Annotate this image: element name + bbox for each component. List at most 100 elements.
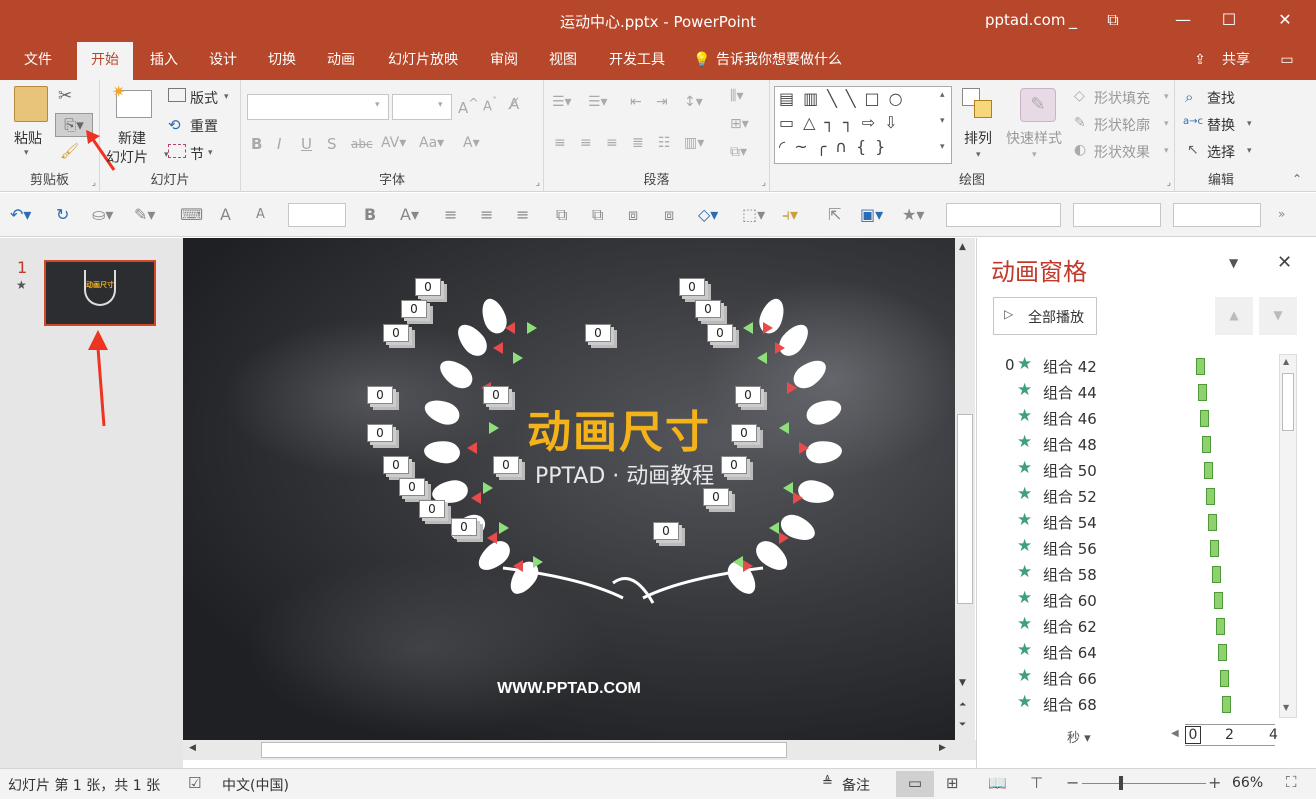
selection-qat-icon[interactable]: ⬚▾ xyxy=(742,205,765,224)
tab-home[interactable]: 开始 xyxy=(77,42,133,80)
bold-qat-icon[interactable]: B xyxy=(364,205,376,224)
animation-list-item[interactable]: ★ 组合 42 xyxy=(977,352,1277,378)
previous-slide-icon[interactable]: ⏶ xyxy=(959,700,966,710)
new-slide-label-line2[interactable]: 幻灯片 xyxy=(106,147,148,167)
maximize-button[interactable]: ☐ xyxy=(1206,0,1252,40)
select-button[interactable]: 选择 xyxy=(1207,142,1235,162)
paste-dropdown-icon[interactable]: ▾ xyxy=(24,148,29,158)
quick-styles-button[interactable]: 快速样式 xyxy=(1006,128,1062,148)
font-family-dropdown-icon[interactable]: ▾ xyxy=(375,100,380,110)
line-spacing-icon[interactable]: ↕▾ xyxy=(684,94,703,110)
shapes-row-2-icons[interactable]: ▭△┐┐⇨⇩ xyxy=(779,113,907,132)
shape-fill-button[interactable]: 形状填充 xyxy=(1094,88,1150,108)
justify-icon[interactable]: ≣ xyxy=(632,135,644,151)
align-text-icon[interactable]: ⊞▾ xyxy=(730,116,749,132)
selection-pane-icon[interactable]: ⇱ xyxy=(828,205,841,224)
bullets-icon[interactable]: ☰▾ xyxy=(552,94,572,110)
animation-list-item[interactable]: ★ 组合 62 xyxy=(977,612,1277,638)
align-right-icon[interactable]: ≡ xyxy=(606,135,618,151)
grow-font-qat-icon[interactable]: A xyxy=(220,205,231,224)
pane-close-icon[interactable]: ✕ xyxy=(1277,252,1292,273)
text-direction-icon[interactable]: ⫼▾ xyxy=(730,88,743,104)
zoom-level[interactable]: 66% xyxy=(1232,775,1263,791)
tab-animations[interactable]: 动画 xyxy=(317,40,365,80)
drawing-launcher-icon[interactable]: ⌟ xyxy=(1167,178,1171,188)
bold-icon[interactable]: B xyxy=(251,135,262,153)
animation-tag[interactable]: 0 xyxy=(731,424,757,442)
group-icon[interactable]: ⧉ xyxy=(556,205,567,225)
columns-icon[interactable]: ▥▾ xyxy=(684,135,704,151)
timeline-bar[interactable] xyxy=(1198,384,1207,401)
horizontal-scroll-thumb[interactable] xyxy=(261,742,787,758)
shapes-row-1-icons[interactable]: ▤▥╲╲□○ xyxy=(779,89,912,108)
animation-list-item[interactable]: ★ 组合 46 xyxy=(977,404,1277,430)
fit-to-window-icon[interactable]: ⛶ xyxy=(1286,773,1297,791)
move-down-button[interactable]: ▼ xyxy=(1259,297,1297,335)
tab-view[interactable]: 视图 xyxy=(539,40,587,80)
clear-formatting-icon[interactable]: A̸ xyxy=(509,95,519,113)
next-slide-icon[interactable]: ⏷ xyxy=(959,720,966,730)
scroll-up-icon[interactable]: ▲ xyxy=(959,242,966,252)
normal-view-icon[interactable]: ▭ xyxy=(896,771,934,797)
qat-overflow-icon[interactable]: » xyxy=(1278,207,1285,221)
list-scroll-down-icon[interactable]: ▼ xyxy=(1283,703,1289,712)
shape-effects-dropdown-icon[interactable]: ▾ xyxy=(1164,146,1169,156)
animation-list-item[interactable]: ★ 组合 64 xyxy=(977,638,1277,664)
animation-tag[interactable]: 0 xyxy=(695,300,721,318)
timeline-bar[interactable] xyxy=(1200,410,1209,427)
animation-list-item[interactable]: ★ 组合 50 xyxy=(977,456,1277,482)
decrease-indent-icon[interactable]: ⇤ xyxy=(630,94,642,110)
arrange-button[interactable]: 排列 xyxy=(964,128,992,148)
shape-outline-button[interactable]: 形状轮廓 xyxy=(1094,115,1150,135)
find-button[interactable]: 查找 xyxy=(1207,88,1235,108)
quick-styles-icon[interactable]: ✎ xyxy=(1020,88,1056,122)
qat-spinner-2[interactable] xyxy=(1173,203,1261,227)
section-dropdown-icon[interactable]: ▾ xyxy=(208,148,213,158)
pane-options-icon[interactable]: ▼ xyxy=(1229,256,1238,270)
shapes-gallery[interactable]: ▤▥╲╲□○ ▭△┐┐⇨⇩ ◜~╭∩{} xyxy=(774,86,952,164)
animation-tag[interactable]: 0 xyxy=(679,278,705,296)
scroll-down-icon[interactable]: ▼ xyxy=(959,678,966,688)
increase-indent-icon[interactable]: ⇥ xyxy=(656,94,668,110)
qat-font-size-combobox[interactable] xyxy=(288,203,346,227)
zoom-in-icon[interactable]: + xyxy=(1208,773,1221,792)
slide-title[interactable]: 动画尺寸 xyxy=(527,396,711,460)
font-size-dropdown-icon[interactable]: ▾ xyxy=(438,100,443,110)
animation-list-item[interactable]: ★ 组合 56 xyxy=(977,534,1277,560)
minimize-button[interactable]: — xyxy=(1160,0,1206,40)
animation-tag[interactable]: 0 xyxy=(493,456,519,474)
animation-list-item[interactable]: ★ 组合 44 xyxy=(977,378,1277,404)
bring-forward-icon[interactable]: ⧈ xyxy=(628,205,638,225)
animation-list-item[interactable]: ★ 组合 48 xyxy=(977,430,1277,456)
list-scroll-thumb[interactable] xyxy=(1282,373,1294,431)
align-center-qat-icon[interactable]: ≡ xyxy=(480,205,493,224)
paint-bucket-icon[interactable]: ⛀▾ xyxy=(92,205,113,224)
timeline-ruler[interactable]: 0 2 4 xyxy=(1185,724,1278,746)
cut-icon[interactable]: ✂ xyxy=(58,86,72,106)
tell-me-search[interactable]: 告诉我你想要做什么 xyxy=(716,40,856,80)
shapes-more-icon[interactable]: ▾ xyxy=(940,142,945,152)
layout-button[interactable]: 版式 xyxy=(190,88,218,108)
undo-icon[interactable]: ↶▾ xyxy=(10,205,31,224)
shrink-font-icon[interactable]: Aˇ xyxy=(483,95,497,114)
scroll-right-icon[interactable]: ▶ xyxy=(939,743,946,753)
tab-design[interactable]: 设计 xyxy=(199,40,247,80)
timeline-bar[interactable] xyxy=(1196,358,1205,375)
select-dropdown-icon[interactable]: ▾ xyxy=(1247,146,1252,156)
slide-thumbnail[interactable]: 动画尺寸 xyxy=(44,260,156,326)
tab-developer[interactable]: 开发工具 xyxy=(598,40,676,80)
grow-font-icon[interactable]: A^ xyxy=(458,95,479,117)
shapes-scroll-down-icon[interactable]: ▾ xyxy=(940,116,945,126)
animation-list-scrollbar[interactable]: ▲ ▼ xyxy=(1279,354,1297,718)
animation-tag[interactable]: 0 xyxy=(703,488,729,506)
zoom-out-icon[interactable]: − xyxy=(1066,773,1079,792)
align-left-qat-icon[interactable]: ≡ xyxy=(444,205,457,224)
send-backward-icon[interactable]: ⧈ xyxy=(664,205,674,225)
animation-tag[interactable]: 0 xyxy=(707,324,733,342)
notes-button[interactable]: 备注 xyxy=(842,775,870,795)
slide-count-status[interactable]: 幻灯片 第 1 张，共 1 张 xyxy=(8,775,160,795)
underline-icon[interactable]: U xyxy=(301,135,312,153)
shape-effects-button[interactable]: 形状效果 xyxy=(1094,142,1150,162)
slide-canvas[interactable]: 0 0 0 0 0 0 0 0 0 0 0 0 0 0 0 0 0 0 0 0 … xyxy=(183,238,955,740)
shapes-qat-icon[interactable]: ◇▾ xyxy=(698,205,718,224)
